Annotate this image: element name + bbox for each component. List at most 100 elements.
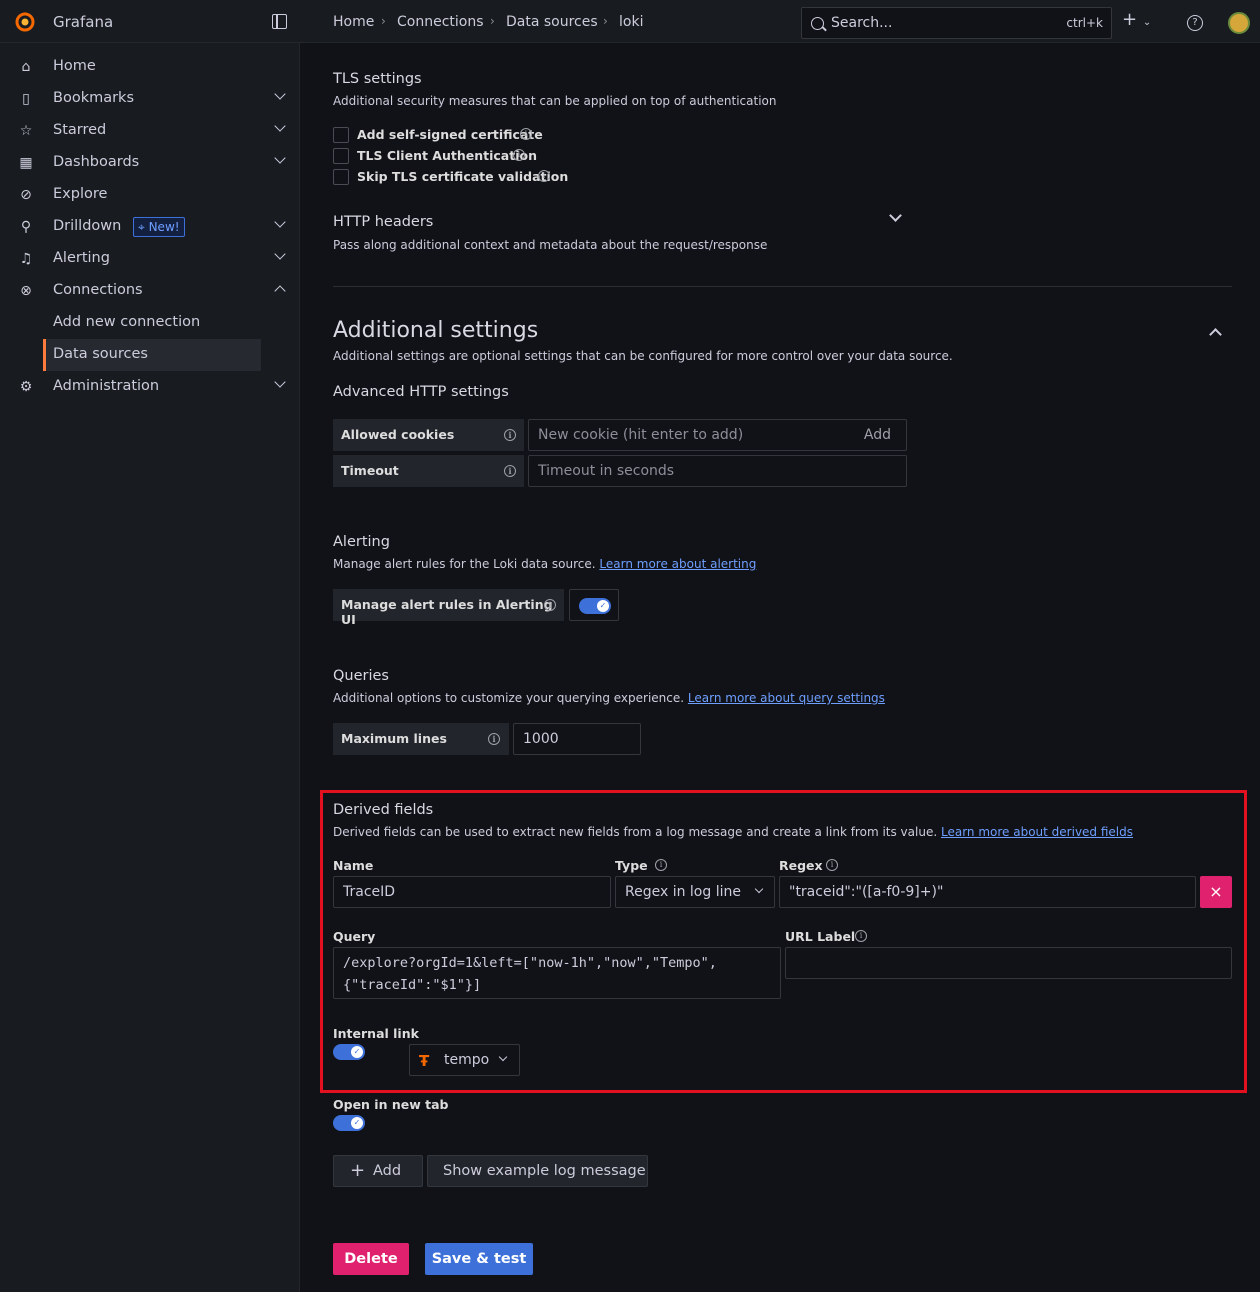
chevron-up-icon[interactable] (1209, 328, 1222, 341)
search-icon (811, 17, 824, 30)
tls-client-auth-checkbox[interactable] (333, 148, 349, 164)
sidebar-item-label: Bookmarks (53, 90, 135, 106)
breadcrumb-connections[interactable]: Connections (397, 14, 484, 30)
http-headers-desc: Pass along additional context and metada… (333, 238, 768, 252)
sidebar-item-data-sources[interactable]: Data sources (43, 339, 261, 371)
queries-learn-more-link[interactable]: Learn more about query settings (688, 691, 885, 705)
info-icon[interactable]: i (513, 149, 525, 161)
sidebar-item-label: Connections (53, 282, 143, 298)
chevron-down-icon[interactable] (274, 248, 286, 260)
additional-settings-desc: Additional settings are optional setting… (333, 349, 953, 363)
info-icon[interactable]: i (855, 930, 867, 942)
chevron-down-icon[interactable] (274, 120, 286, 132)
maximum-lines-input[interactable]: 1000 (513, 723, 641, 755)
tls-title: TLS settings (333, 71, 422, 87)
add-cookie-button[interactable]: Add (864, 427, 891, 443)
sidebar-item-label: Add new connection (53, 314, 201, 330)
chevron-right-icon: › (490, 14, 495, 28)
add-field-label: Add (373, 1163, 402, 1179)
maximum-lines-label: Maximum lines i (333, 723, 509, 755)
timeout-label: Timeout i (333, 455, 524, 487)
remove-field-button[interactable]: × (1200, 876, 1232, 908)
chevron-down-icon (498, 1052, 508, 1062)
query-input[interactable]: /explore?orgId=1&left=["now-1h","now","T… (333, 947, 781, 999)
cog-icon: ⚙ (19, 379, 33, 395)
breadcrumb-data-sources[interactable]: Data sources (506, 14, 598, 30)
skip-tls-checkbox[interactable] (333, 169, 349, 185)
add-field-button[interactable]: + Add (333, 1155, 423, 1187)
cookie-input[interactable]: New cookie (hit enter to add) Add (528, 419, 907, 451)
info-icon[interactable]: i (538, 170, 550, 182)
search-input[interactable]: Search... ctrl+k (801, 7, 1112, 39)
alerting-desc: Manage alert rules for the Loki data sou… (333, 557, 757, 571)
info-icon[interactable]: i (544, 599, 556, 611)
save-test-button[interactable]: Save & test (425, 1243, 533, 1275)
sidebar-item-drilldown[interactable]: ⚲ Drilldown ⌖ New! (0, 211, 300, 243)
bell-icon: ♫ (19, 251, 33, 267)
alert-toggle-wrapper (569, 589, 619, 621)
new-menu-button[interactable]: + ⌄ (1122, 9, 1151, 30)
manage-alert-rules-toggle[interactable] (579, 598, 611, 614)
chevron-down-icon[interactable] (274, 376, 286, 388)
timeout-input[interactable]: Timeout in seconds (528, 455, 907, 487)
breadcrumb-current: loki (619, 14, 644, 30)
breadcrumb-home[interactable]: Home (333, 14, 374, 30)
help-icon[interactable]: ? (1187, 15, 1203, 31)
http-headers-title[interactable]: HTTP headers (333, 214, 433, 230)
sidebar-item-home[interactable]: ⌂ Home (0, 51, 300, 83)
derived-fields-learn-more-link[interactable]: Learn more about derived fields (941, 825, 1133, 839)
self-signed-checkbox[interactable] (333, 127, 349, 143)
sidebar-item-administration[interactable]: ⚙ Administration (0, 371, 300, 403)
alerting-title: Alerting (333, 534, 390, 550)
sidebar-item-explore[interactable]: ⊘ Explore (0, 179, 300, 211)
regex-input[interactable]: "traceid":"([a-f0-9]+)" (779, 876, 1196, 908)
info-icon[interactable]: i (655, 859, 667, 871)
sidebar-item-label: Dashboards (53, 154, 140, 170)
brand-name[interactable]: Grafana (53, 13, 113, 31)
sidebar-item-label: Administration (53, 378, 160, 394)
url-label-label: URL Label (785, 929, 856, 944)
skip-tls-label: Skip TLS certificate validation (357, 169, 569, 184)
main-content: TLS settings Additional security measure… (301, 43, 1260, 1292)
search-shortcut: ctrl+k (1066, 16, 1103, 30)
dock-menu-icon[interactable] (272, 14, 287, 29)
internal-link-toggle[interactable] (333, 1044, 365, 1060)
chevron-down-icon[interactable] (274, 88, 286, 100)
info-icon[interactable]: i (504, 429, 516, 441)
type-label: Type (615, 858, 648, 873)
chevron-up-icon[interactable] (274, 285, 286, 297)
manage-alert-rules-label: Manage alert rules in Alerting UI i (333, 589, 564, 627)
apps-icon: ▦ (19, 155, 33, 171)
alerting-learn-more-link[interactable]: Learn more about alerting (599, 557, 756, 571)
derived-fields-title: Derived fields (333, 802, 434, 818)
sidebar-item-label: Data sources (53, 346, 148, 362)
chevron-down-icon[interactable] (274, 152, 286, 164)
sidebar-item-dashboards[interactable]: ▦ Dashboards (0, 147, 300, 179)
search-placeholder: Search... (831, 15, 893, 31)
avatar[interactable] (1228, 12, 1250, 34)
sidebar-item-starred[interactable]: ☆ Starred (0, 115, 300, 147)
info-icon[interactable]: i (504, 465, 516, 477)
sidebar-item-alerting[interactable]: ♫ Alerting (0, 243, 300, 275)
grafana-logo-icon[interactable] (14, 11, 36, 33)
info-icon[interactable]: i (488, 733, 500, 745)
connections-icon: ⊗ (20, 283, 32, 299)
show-example-button[interactable]: Show example log message (427, 1155, 648, 1187)
info-icon[interactable]: i (520, 128, 532, 140)
bookmark-icon: ▯ (22, 91, 30, 107)
sidebar-item-label: Home (53, 58, 96, 74)
sidebar-item-label: Alerting (53, 250, 110, 266)
type-select[interactable]: Regex in log line (615, 876, 775, 908)
name-input[interactable]: TraceID (333, 876, 611, 908)
plus-icon: + (350, 1160, 366, 1181)
sidebar-item-add-new-connection[interactable]: Add new connection (0, 307, 300, 339)
chevron-down-icon[interactable] (889, 209, 902, 222)
sidebar-item-bookmarks[interactable]: ▯ Bookmarks (0, 83, 300, 115)
url-label-input[interactable] (785, 947, 1232, 979)
open-new-tab-toggle[interactable] (333, 1115, 365, 1131)
delete-button[interactable]: Delete (333, 1243, 409, 1275)
sidebar-item-connections[interactable]: ⊗ Connections (0, 275, 300, 307)
chevron-down-icon[interactable] (274, 216, 286, 228)
datasource-picker[interactable]: Ŧ tempo (409, 1044, 520, 1076)
info-icon[interactable]: i (826, 859, 838, 871)
